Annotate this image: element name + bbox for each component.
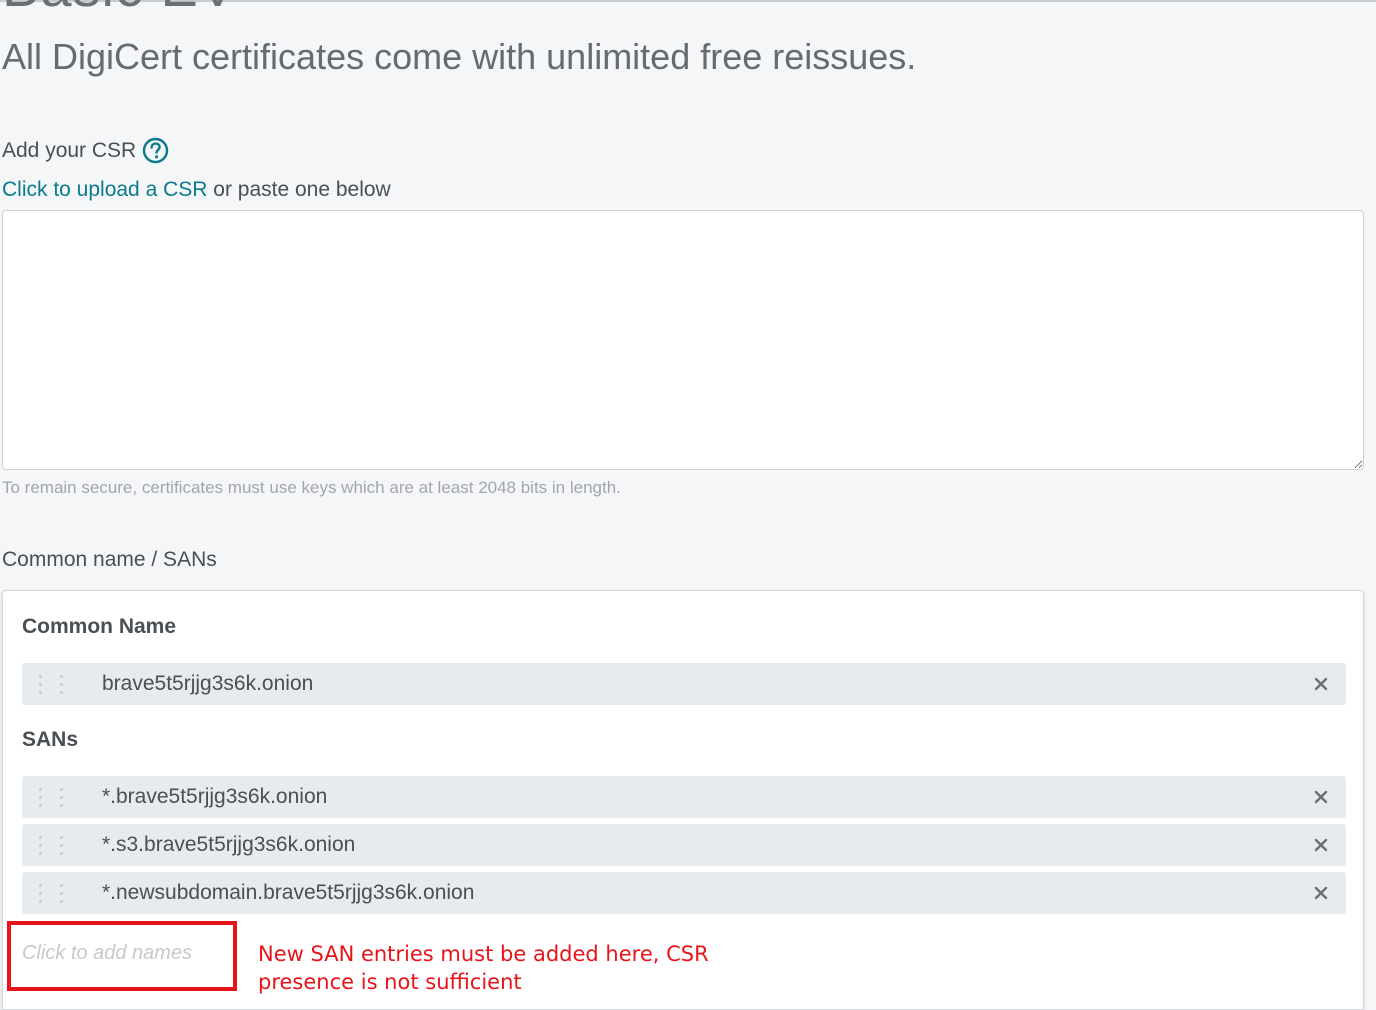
close-icon[interactable] xyxy=(1296,872,1346,914)
close-icon[interactable] xyxy=(1296,776,1346,818)
common-name-row: brave5t5rjjg3s6k.onion xyxy=(22,663,1346,705)
common-name-value: brave5t5rjjg3s6k.onion xyxy=(102,672,314,695)
drag-handle-icon[interactable] xyxy=(22,824,92,866)
key-length-hint: To remain secure, certificates must use … xyxy=(2,478,621,497)
upload-suffix: or paste one below xyxy=(207,178,391,201)
upload-instructions: Click to upload a CSR or paste one below xyxy=(2,178,391,202)
names-heading: Common name / SANs xyxy=(2,548,217,571)
csr-heading: Add your CSR xyxy=(2,137,169,164)
drag-handle-icon[interactable] xyxy=(22,872,92,914)
san-row: *.s3.brave5t5rjjg3s6k.onion xyxy=(22,824,1346,866)
upload-csr-link[interactable]: Click to upload a CSR xyxy=(2,178,207,201)
drag-handle-icon[interactable] xyxy=(22,776,92,818)
sans-label: SANs xyxy=(22,728,79,751)
san-value: *.s3.brave5t5rjjg3s6k.onion xyxy=(102,833,356,856)
annotation-highlight-box xyxy=(7,921,237,991)
san-row: *.brave5t5rjjg3s6k.onion xyxy=(22,776,1346,818)
drag-handle-icon[interactable] xyxy=(22,663,92,705)
page-subtitle: All DigiCert certificates come with unli… xyxy=(2,36,917,77)
san-value: *.brave5t5rjjg3s6k.onion xyxy=(102,785,328,808)
common-name-label: Common Name xyxy=(22,615,177,638)
csr-textarea[interactable] xyxy=(2,210,1364,470)
close-icon[interactable] xyxy=(1296,663,1346,705)
annotation-text: New SAN entries must be added here, CSR … xyxy=(258,942,709,994)
san-value: *.newsubdomain.brave5t5rjjg3s6k.onion xyxy=(102,881,475,904)
help-circle-icon[interactable] xyxy=(142,137,169,164)
product-title: Basic EV xyxy=(2,0,237,19)
close-icon[interactable] xyxy=(1296,824,1346,866)
csr-heading-label: Add your CSR xyxy=(2,138,137,162)
san-row: *.newsubdomain.brave5t5rjjg3s6k.onion xyxy=(22,872,1346,914)
